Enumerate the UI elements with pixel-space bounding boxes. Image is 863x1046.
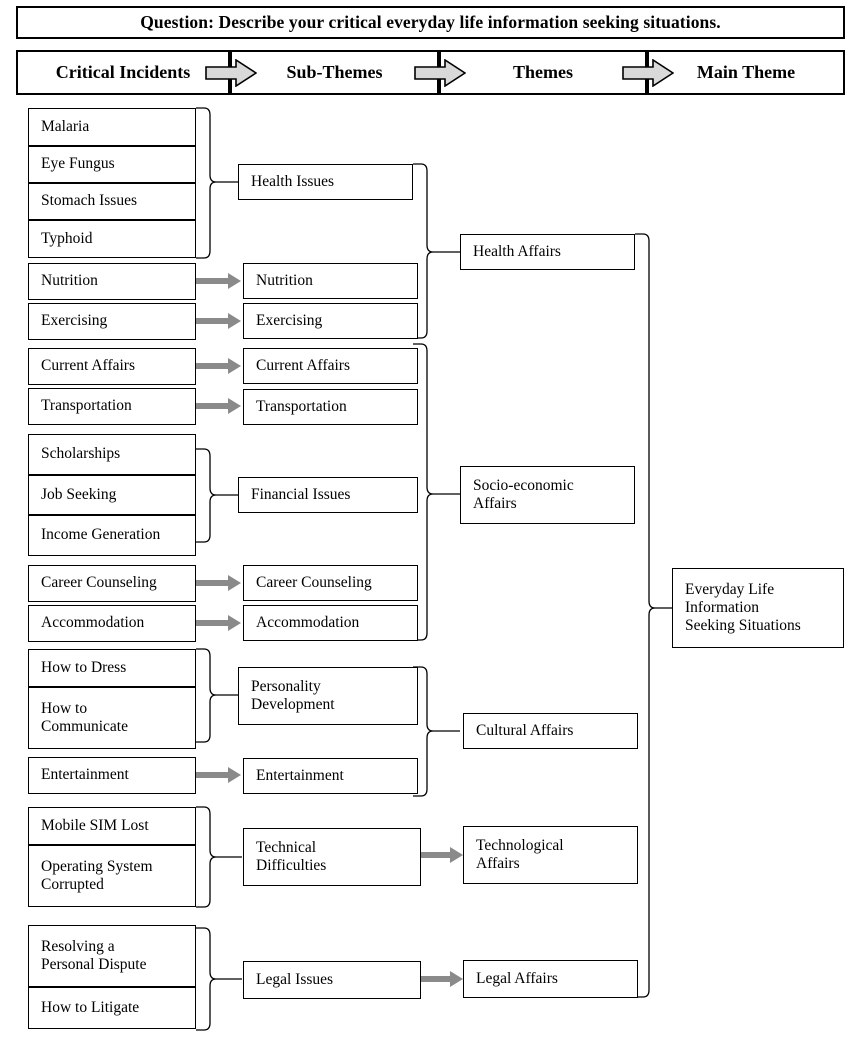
arrow-right-icon (196, 313, 241, 329)
critical-incident-box[interactable]: How to Dress (28, 649, 196, 687)
critical-incident-box[interactable]: Stomach Issues (28, 183, 196, 220)
node-label: Technical Difficulties (256, 838, 327, 874)
node-label: Transportation (256, 397, 347, 415)
node-label: Nutrition (256, 271, 313, 289)
arrow-right-icon (196, 767, 241, 783)
theme-box[interactable]: Cultural Affairs (463, 713, 638, 749)
node-label: Scholarships (41, 445, 121, 463)
node-label: Exercising (41, 312, 108, 330)
node-label: Operating System Corrupted (41, 857, 153, 893)
critical-incident-box[interactable]: How to Communicate (28, 687, 196, 749)
node-label: Malaria (41, 117, 90, 135)
sub-theme-box[interactable]: Nutrition (243, 263, 418, 299)
critical-incident-box[interactable]: Resolving a Personal Dispute (28, 925, 196, 987)
theme-box[interactable]: Technological Affairs (463, 826, 638, 884)
theme-box[interactable]: Health Affairs (460, 234, 635, 270)
critical-incident-box[interactable]: Income Generation (28, 515, 196, 556)
diagram-canvas: Question: Describe your critical everyda… (0, 0, 863, 1046)
block-arrow-right-icon (622, 59, 674, 87)
node-label: Mobile SIM Lost (41, 816, 149, 834)
node-label: Health Issues (251, 172, 335, 190)
node-label: Transportation (41, 397, 132, 415)
critical-incident-box[interactable]: Typhoid (28, 220, 196, 258)
sub-theme-box[interactable]: Health Issues (238, 164, 413, 200)
arrow-right-icon (196, 615, 241, 631)
node-label: Exercising (256, 311, 323, 329)
critical-incident-box[interactable]: Transportation (28, 388, 196, 425)
node-label: How to Litigate (41, 998, 140, 1016)
critical-incident-box[interactable]: Scholarships (28, 434, 196, 475)
arrow-right-icon (196, 358, 241, 374)
node-label: Financial Issues (251, 485, 351, 503)
node-label: Technological Affairs (476, 836, 564, 872)
block-arrow-right-icon (414, 59, 466, 87)
node-label: Health Affairs (473, 242, 561, 260)
critical-incident-box[interactable]: Accommodation (28, 605, 196, 642)
sub-theme-box[interactable]: Current Affairs (243, 348, 418, 384)
node-label: Eye Fungus (41, 155, 115, 173)
node-label: Career Counseling (41, 574, 157, 592)
sub-theme-box[interactable]: Legal Issues (243, 961, 421, 999)
node-label: Entertainment (41, 766, 129, 784)
node-label: Accommodation (256, 613, 360, 631)
sub-theme-box[interactable]: Accommodation (243, 605, 418, 641)
theme-box[interactable]: Socio-economic Affairs (460, 466, 635, 524)
arrow-right-icon (196, 273, 241, 289)
node-label: Socio-economic Affairs (473, 476, 574, 512)
critical-incident-box[interactable]: Eye Fungus (28, 146, 196, 183)
node-label: Everyday Life Information Seeking Situat… (685, 580, 801, 635)
sub-theme-box[interactable]: Financial Issues (238, 477, 418, 513)
critical-incident-box[interactable]: Malaria (28, 108, 196, 146)
node-label: How to Dress (41, 658, 127, 676)
critical-incident-box[interactable]: Job Seeking (28, 475, 196, 515)
node-label: Personality Development (251, 677, 335, 713)
node-label: Career Counseling (256, 573, 372, 591)
node-label: Job Seeking (41, 485, 117, 503)
sub-theme-box[interactable]: Technical Difficulties (243, 828, 421, 886)
arrow-right-icon (196, 398, 241, 414)
critical-incident-box[interactable]: Current Affairs (28, 348, 196, 385)
node-label: Legal Affairs (476, 969, 558, 987)
critical-incident-box[interactable]: Mobile SIM Lost (28, 807, 196, 845)
sub-theme-box[interactable]: Career Counseling (243, 565, 418, 601)
node-label: Entertainment (256, 766, 344, 784)
arrow-right-icon (421, 847, 463, 863)
critical-incident-box[interactable]: Career Counseling (28, 565, 196, 602)
node-label: Current Affairs (41, 357, 135, 375)
sub-theme-box[interactable]: Entertainment (243, 758, 418, 794)
critical-incident-box[interactable]: Nutrition (28, 263, 196, 300)
node-label: How to Communicate (41, 699, 128, 735)
node-label: Accommodation (41, 614, 145, 632)
node-label: Typhoid (41, 229, 93, 247)
node-label: Current Affairs (256, 356, 350, 374)
node-label: Resolving a Personal Dispute (41, 937, 147, 973)
theme-box[interactable]: Legal Affairs (463, 960, 638, 998)
arrow-right-icon (196, 575, 241, 591)
node-label: Cultural Affairs (476, 721, 574, 739)
critical-incident-box[interactable]: How to Litigate (28, 987, 196, 1029)
node-label: Nutrition (41, 272, 98, 290)
sub-theme-box[interactable]: Transportation (243, 389, 418, 425)
arrow-right-icon (421, 971, 463, 987)
node-label: Legal Issues (256, 970, 334, 988)
critical-incident-box[interactable]: Operating System Corrupted (28, 845, 196, 907)
node-label: Stomach Issues (41, 192, 138, 210)
sub-theme-box[interactable]: Exercising (243, 303, 418, 339)
node-label: Income Generation (41, 526, 161, 544)
sub-theme-box[interactable]: Personality Development (238, 667, 418, 725)
critical-incident-box[interactable]: Entertainment (28, 757, 196, 794)
critical-incident-box[interactable]: Exercising (28, 303, 196, 340)
block-arrow-right-icon (205, 59, 257, 87)
main-theme-box[interactable]: Everyday Life Information Seeking Situat… (672, 568, 844, 648)
